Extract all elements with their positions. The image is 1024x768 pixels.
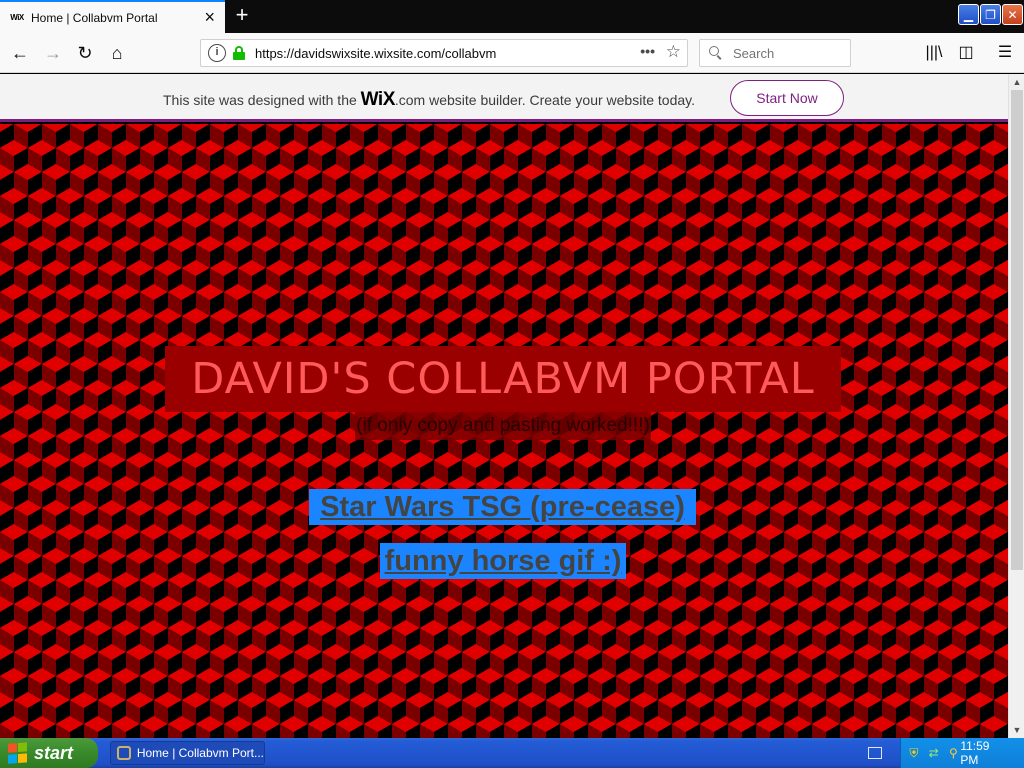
funny-horse-gif-link[interactable]: funny horse gif :) [380,543,626,579]
scrollbar-thumb[interactable] [1011,90,1023,570]
vertical-scrollbar[interactable]: ▲ ▼ [1008,74,1024,738]
library-icon[interactable]: |||\ [922,41,946,65]
scroll-up-icon[interactable]: ▲ [1009,74,1024,90]
search-bar[interactable]: Search [699,39,851,67]
system-tray: ⛨ ⇄ ⚲ 11:59 PM [900,738,1024,768]
taskbar: start Home | Collabvm Port... ⛨ ⇄ ⚲ 11:5… [0,738,1024,768]
start-now-button[interactable]: Start Now [730,80,844,116]
menu-icon[interactable]: ☰ [993,41,1017,65]
wix-logo: WiX [360,89,396,110]
home-icon[interactable]: ⌂ [105,41,129,65]
page-content: DAVID'S COLLABVM PORTAL (if only copy an… [0,124,1008,738]
network-icon[interactable]: ⇄ [927,746,941,760]
keyboard-icon[interactable] [868,747,882,759]
minimize-icon[interactable]: ▁ [958,4,979,25]
taskbar-item-firefox[interactable]: Home | Collabvm Port... [110,741,265,765]
tab-title: Home | Collabvm Portal [31,10,158,25]
title-box: DAVID'S COLLABVM PORTAL [165,346,841,412]
window-controls: ▁ ❐ ✕ [958,0,1024,25]
navigation-bar: ← → ↻ ⌂ i https://davidswixsite.wixsite.… [0,33,1024,73]
url-text[interactable]: https://davidswixsite.wixsite.com/collab… [255,46,496,61]
wix-favicon-icon: WiX [10,13,24,22]
page-subtitle: (if only copy and pasting worked!!!) [356,415,650,436]
wix-banner-text-before: This site was designed with the [163,92,361,108]
page-actions-icon[interactable]: ••• [640,43,655,59]
page-title: DAVID'S COLLABVM PORTAL [191,354,815,404]
star-wars-tsg-link[interactable]: Star Wars TSG (pre-cease) [309,489,696,525]
window-app-icon [117,746,131,760]
close-tab-icon[interactable]: × [204,8,215,26]
scroll-down-icon[interactable]: ▼ [1009,722,1024,738]
tab-home[interactable]: WiX Home | Collabvm Portal × [0,0,225,33]
forward-icon[interactable]: → [41,41,65,65]
subtitle-box: (if only copy and pasting worked!!!) [355,412,651,440]
wix-banner-text: This site was designed with the WiX.com … [163,89,695,111]
clock: 11:59 PM [960,739,990,767]
bookmark-star-icon[interactable]: ☆ [666,42,681,62]
taskbar-item-label: Home | Collabvm Port... [136,746,264,760]
search-input[interactable]: Search [733,46,774,61]
back-icon[interactable]: ← [8,41,32,65]
windows-flag-icon [8,742,28,764]
wix-banner: This site was designed with the WiX.com … [0,74,1008,122]
sidebar-icon[interactable]: ◫ [954,41,978,65]
reload-icon[interactable]: ↻ [73,41,97,65]
wix-banner-text-after: .com website builder. Create your websit… [394,92,695,108]
lock-icon [232,46,246,60]
security-shield-icon[interactable]: ⛨ [907,746,921,760]
search-icon [709,46,723,60]
close-window-icon[interactable]: ✕ [1002,4,1023,25]
tab-strip: WiX Home | Collabvm Portal × + ▁ ❐ ✕ [0,0,1024,33]
start-label: start [34,742,74,763]
restore-icon[interactable]: ❐ [980,4,1001,25]
site-info-icon[interactable]: i [208,44,226,62]
start-button[interactable]: start [0,738,98,768]
url-bar[interactable]: i https://davidswixsite.wixsite.com/coll… [200,39,688,67]
search-tray-icon[interactable]: ⚲ [947,746,961,760]
new-tab-button[interactable]: + [231,4,253,26]
